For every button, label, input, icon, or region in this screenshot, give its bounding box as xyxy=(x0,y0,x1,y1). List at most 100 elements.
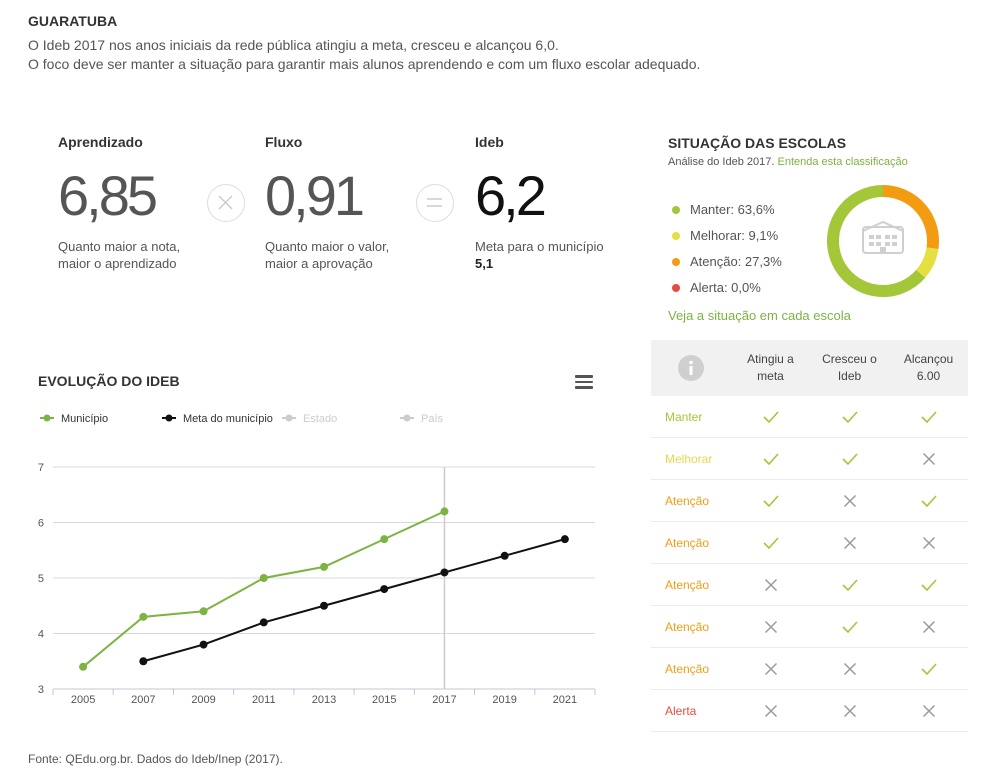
cross-icon xyxy=(889,704,968,718)
legend-dot xyxy=(672,283,680,292)
metric-ideb-note-1: Meta para o município xyxy=(475,239,604,254)
metric-aprendizado-label: Aprendizado xyxy=(58,134,143,150)
situacao-donut-chart xyxy=(827,185,939,297)
x-tick-label: 2021 xyxy=(553,694,577,706)
data-point[interactable] xyxy=(440,507,449,516)
legend-text: Meta do município xyxy=(183,413,273,425)
metric-fluxo-note-2: maior a aprovação xyxy=(265,256,373,271)
data-point[interactable] xyxy=(139,612,148,621)
data-point[interactable] xyxy=(320,601,328,610)
column-alcancou-6: Alcançou 6.00 xyxy=(903,352,954,383)
legend-text: País xyxy=(421,413,444,425)
legend-item: Melhorar: 9,1% xyxy=(672,228,778,243)
cross-icon xyxy=(810,662,889,676)
legend-marker xyxy=(165,414,173,422)
cross-icon xyxy=(731,578,810,592)
check-icon xyxy=(889,578,968,592)
data-point[interactable] xyxy=(259,574,268,582)
data-point[interactable] xyxy=(199,607,208,616)
info-icon[interactable] xyxy=(651,354,731,382)
table-row: Atenção xyxy=(651,648,968,690)
data-point[interactable] xyxy=(199,640,208,649)
check-icon xyxy=(731,410,810,424)
situacao-subtitle: Análise do Ideb 2017. Entenda esta class… xyxy=(668,156,908,168)
equals-circle-icon xyxy=(416,184,454,222)
cross-icon xyxy=(889,452,968,466)
y-tick-label: 3 xyxy=(38,684,44,696)
cross-icon xyxy=(810,536,889,550)
cross-icon xyxy=(731,704,810,718)
metric-aprendizado-value: 6,85 xyxy=(58,164,158,227)
legend-item: Atenção: 27,3% xyxy=(672,254,782,269)
legend-label: Atenção: 27,3% xyxy=(690,254,782,269)
cross-icon xyxy=(810,494,889,508)
check-icon xyxy=(810,578,889,592)
x-tick-label: 2013 xyxy=(312,694,336,706)
legend-text: Estado xyxy=(303,413,337,425)
data-point[interactable] xyxy=(139,657,148,666)
city-name: GUARATUBA xyxy=(28,13,118,29)
data-point[interactable] xyxy=(380,585,389,594)
chart-legend-item[interactable]: Meta do município xyxy=(162,413,273,425)
metric-ideb-label: Ideb xyxy=(475,134,504,150)
source-footer: Fonte: QEdu.org.br. Dados do Ideb/Inep (… xyxy=(28,752,283,766)
legend-text: Município xyxy=(61,413,108,425)
chart-title: EVOLUÇÃO DO IDEB xyxy=(38,373,180,389)
classification-link[interactable]: Entenda esta classificação xyxy=(777,156,907,168)
data-point[interactable] xyxy=(440,568,449,577)
data-point[interactable] xyxy=(259,618,268,627)
chart-legend-item[interactable]: Município xyxy=(40,413,108,425)
table-row: Atenção xyxy=(651,564,968,606)
check-icon xyxy=(810,620,889,634)
row-status-label: Atenção xyxy=(665,619,710,634)
legend-marker xyxy=(403,414,411,422)
chart-legend-item[interactable]: País xyxy=(400,413,444,425)
metric-aprendizado-note-2: maior o aprendizado xyxy=(58,256,177,271)
legend-label: Melhorar: 9,1% xyxy=(690,228,779,243)
x-tick-label: 2007 xyxy=(131,694,155,706)
row-status-label: Alerta xyxy=(665,703,697,718)
legend-dot xyxy=(672,257,680,266)
times-circle-icon xyxy=(207,184,245,222)
data-point[interactable] xyxy=(320,562,328,571)
series-line xyxy=(82,510,445,668)
legend-dot xyxy=(672,231,680,240)
table-row: Atenção xyxy=(651,522,968,564)
x-tick-label: 2015 xyxy=(372,694,396,706)
check-icon xyxy=(889,494,968,508)
data-point[interactable] xyxy=(380,535,389,544)
metric-fluxo-value: 0,91 xyxy=(265,164,365,227)
y-tick-label: 7 xyxy=(38,462,44,474)
check-icon xyxy=(810,410,889,424)
data-point[interactable] xyxy=(560,535,569,544)
x-tick-label: 2017 xyxy=(432,694,456,706)
cross-icon xyxy=(810,704,889,718)
row-status-label: Atenção xyxy=(665,493,710,508)
school-building-icon xyxy=(862,220,904,254)
cross-icon xyxy=(731,662,810,676)
chart-legend-item[interactable]: Estado xyxy=(282,413,337,425)
y-tick-label: 6 xyxy=(38,518,44,530)
y-tick-label: 5 xyxy=(38,573,44,585)
situacao-table: Atingiu a meta Cresceu o Ideb Alcançou 6.00… xyxy=(651,340,968,732)
row-status-label: Melhorar xyxy=(665,451,713,466)
x-tick-label: 2011 xyxy=(252,694,276,706)
legend-label: Manter: 63,6% xyxy=(690,202,775,217)
metric-fluxo: Fluxo 0,91 Quanto maior o valor, maior a… xyxy=(265,134,415,272)
legend-marker xyxy=(285,414,293,422)
data-point[interactable] xyxy=(79,662,88,671)
metric-aprendizado-note-1: Quanto maior a nota, xyxy=(58,239,181,254)
metric-ideb-value: 6,2 xyxy=(475,164,547,227)
cross-icon xyxy=(889,536,968,550)
see-schools-link[interactable]: Veja a situação em cada escola xyxy=(668,308,851,323)
summary-line-2: O foco deve ser manter a situação para g… xyxy=(28,56,701,72)
check-icon xyxy=(889,410,968,424)
hamburger-menu-icon[interactable] xyxy=(575,375,593,389)
data-point[interactable] xyxy=(500,551,509,560)
check-icon xyxy=(731,452,810,466)
metric-fluxo-label: Fluxo xyxy=(265,134,303,150)
row-status-label: Atenção xyxy=(665,535,710,550)
legend-dot xyxy=(672,205,680,214)
table-row: Atenção xyxy=(651,480,968,522)
metric-aprendizado: Aprendizado 6,85 Quanto maior a nota, ma… xyxy=(58,134,208,272)
